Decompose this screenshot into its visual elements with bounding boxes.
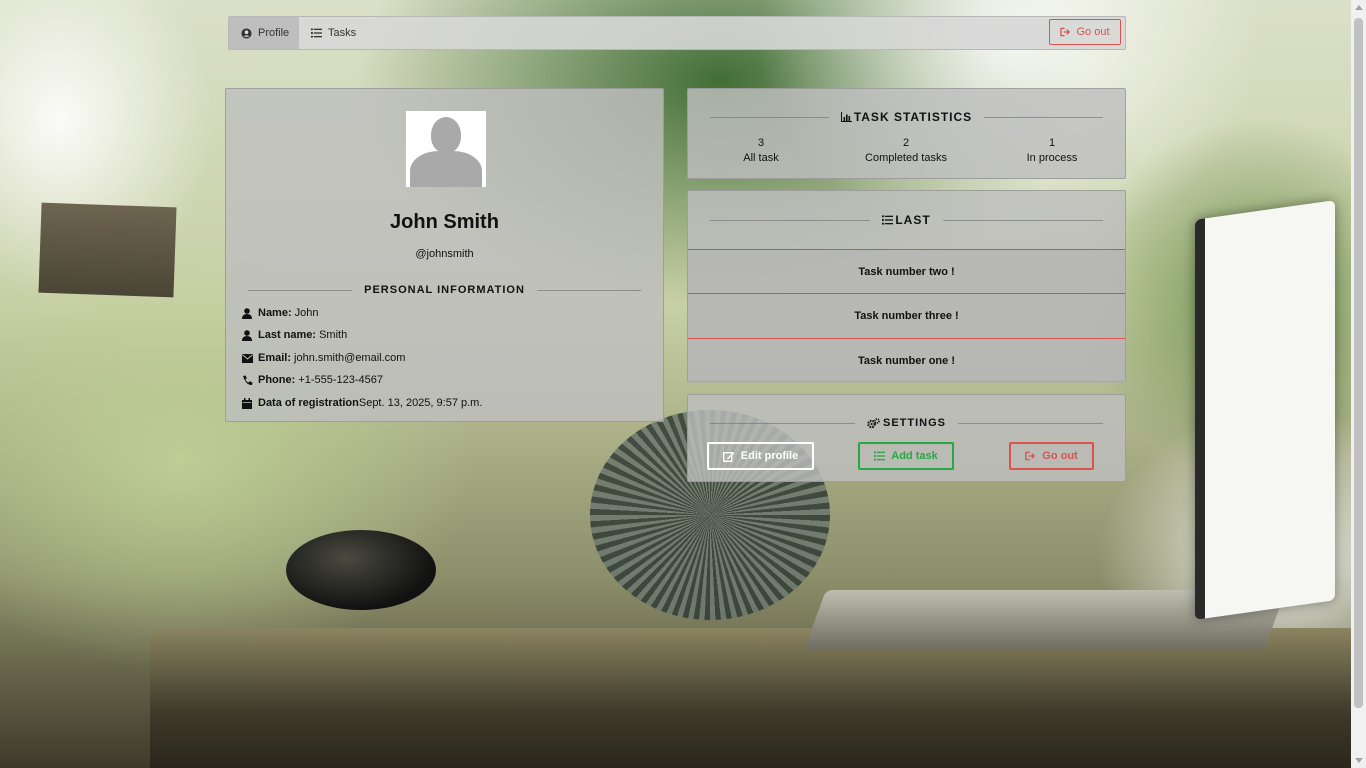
- stat-completed-tasks: 2 Completed tasks: [836, 137, 976, 164]
- background-laptop-screen: [1195, 200, 1335, 620]
- info-label-registration: Data of registration: [258, 397, 359, 409]
- task-item-title: Task number one !: [858, 355, 955, 367]
- stat-all-tasks: 3 All task: [691, 137, 831, 164]
- info-row-name: Name: John: [238, 307, 318, 319]
- list-icon: [311, 28, 322, 38]
- list-icon: [874, 451, 886, 461]
- info-label-last-name: Last name:: [258, 329, 317, 341]
- settings-card: SETTINGS Edit profile Add task Go out: [687, 394, 1126, 482]
- scroll-up-arrow-icon[interactable]: [1355, 5, 1363, 10]
- last-tasks-title-text: LAST: [895, 213, 931, 227]
- edit-icon: [722, 451, 735, 462]
- settings-go-out-label: Go out: [1042, 450, 1078, 462]
- tab-tasks-label: Tasks: [328, 27, 357, 39]
- sign-out-icon: [1025, 451, 1036, 461]
- tab-tasks[interactable]: Tasks: [299, 17, 361, 49]
- phone-icon: [238, 375, 256, 386]
- settings-go-out-button[interactable]: Go out: [1009, 442, 1094, 470]
- user-circle-icon: [241, 27, 252, 39]
- user-icon: [238, 307, 256, 319]
- sign-out-icon: [1060, 27, 1071, 37]
- info-label-phone: Phone:: [258, 374, 296, 386]
- settings-title: SETTINGS: [698, 417, 1115, 429]
- last-tasks-title: LAST: [698, 213, 1115, 227]
- tab-profile-label: Profile: [258, 27, 290, 39]
- navbar-go-out-button[interactable]: Go out: [1049, 19, 1121, 45]
- personal-info-title-text: PERSONAL INFORMATION: [364, 284, 525, 296]
- stat-in-process: 1 In process: [982, 137, 1122, 164]
- profile-card: John Smith @johnsmith PERSONAL INFORMATI…: [225, 88, 664, 422]
- add-task-button[interactable]: Add task: [858, 442, 954, 470]
- top-navbar: Profile Tasks Go out: [228, 16, 1126, 50]
- navbar-go-out-label: Go out: [1076, 26, 1110, 38]
- calendar-icon: [238, 397, 256, 409]
- envelope-icon: [238, 353, 256, 363]
- task-item-three[interactable]: Task number three !: [688, 293, 1125, 338]
- scrollbar-thumb[interactable]: [1354, 18, 1363, 708]
- task-item-title: Task number two !: [858, 266, 955, 278]
- settings-title-text: SETTINGS: [883, 417, 947, 429]
- personal-info-title: PERSONAL INFORMATION: [236, 284, 653, 296]
- task-item-two[interactable]: Task number two !: [688, 249, 1125, 294]
- info-label-email: Email:: [258, 352, 292, 364]
- info-value-last-name: Smith: [319, 329, 348, 341]
- info-value-registration: Sept. 13, 2025, 9:57 p.m.: [358, 397, 483, 409]
- tab-profile[interactable]: Profile: [229, 17, 299, 49]
- bar-chart-icon: [840, 112, 852, 122]
- user-icon: [238, 329, 256, 341]
- stat-all-tasks-label: All task: [743, 152, 779, 164]
- stat-completed-tasks-value: 2: [902, 137, 910, 149]
- task-statistics-title-text: TASK STATISTICS: [853, 110, 973, 124]
- task-statistics-title: TASK STATISTICS: [698, 110, 1115, 124]
- task-statistics-card: TASK STATISTICS 3 All task 2 Completed t…: [687, 88, 1126, 179]
- task-item-one[interactable]: Task number one !: [688, 338, 1125, 383]
- edit-profile-button[interactable]: Edit profile: [707, 442, 814, 470]
- info-row-registration: Data of registration Sept. 13, 2025, 9:5…: [238, 397, 482, 409]
- info-row-phone: Phone: +1-555-123-4567: [238, 374, 383, 386]
- background-card-decoration: [38, 202, 177, 298]
- profile-name: John Smith: [390, 211, 499, 233]
- info-label-name: Name:: [258, 307, 292, 319]
- info-value-email: john.smith@email.com: [294, 352, 406, 364]
- last-tasks-card: LAST Task number two ! Task number three…: [687, 190, 1126, 383]
- info-row-email: Email: john.smith@email.com: [238, 352, 405, 364]
- scroll-down-arrow-icon[interactable]: [1355, 758, 1363, 763]
- info-row-last-name: Last name: Smith: [238, 329, 347, 341]
- gears-icon: [867, 417, 880, 429]
- stat-completed-tasks-label: Completed tasks: [865, 152, 947, 164]
- add-task-label: Add task: [891, 450, 938, 462]
- list-icon: [882, 215, 894, 225]
- avatar: [406, 111, 486, 187]
- stat-all-tasks-value: 3: [757, 137, 765, 149]
- info-value-name: John: [294, 307, 319, 319]
- profile-handle: @johnsmith: [415, 248, 474, 260]
- edit-profile-label: Edit profile: [740, 450, 799, 462]
- page-scrollbar[interactable]: [1351, 0, 1366, 768]
- info-value-phone: +1-555-123-4567: [298, 374, 383, 386]
- background-mouse: [286, 530, 436, 610]
- task-item-title: Task number three !: [854, 310, 959, 322]
- stat-in-process-label: In process: [1026, 152, 1078, 164]
- stat-in-process-value: 1: [1048, 137, 1056, 149]
